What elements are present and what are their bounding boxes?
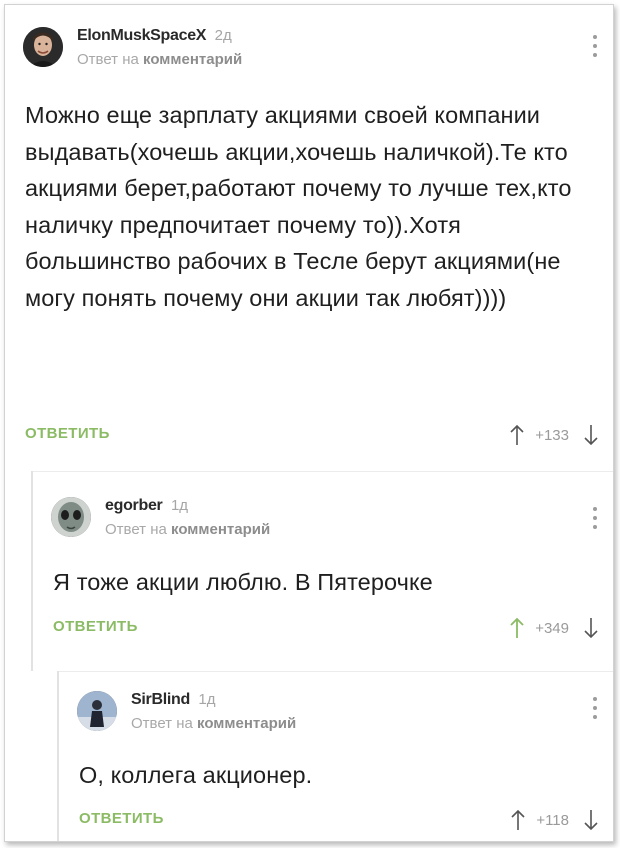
- reply-to-link[interactable]: комментарий: [171, 521, 270, 538]
- upvote-arrow-icon[interactable]: [510, 809, 526, 831]
- comment-age: 1д: [170, 497, 189, 514]
- comment-text: Я тоже акции люблю. В Пятерочке: [53, 569, 433, 595]
- person-avatar-icon: [77, 691, 117, 731]
- comment-age: 1д: [198, 691, 216, 708]
- comment-header: egorber 1д Ответ на комментарий: [51, 497, 573, 551]
- reply-to-label: Ответ на: [77, 51, 139, 68]
- reply-comment: SirBlind 1д Ответ на комментарий О, колл…: [57, 671, 613, 841]
- elon-avatar-icon: [23, 27, 63, 67]
- reply-button[interactable]: ОТВЕТИТЬ: [25, 425, 110, 442]
- vote-controls: +133: [509, 422, 599, 448]
- reply-button[interactable]: ОТВЕТИТЬ: [79, 810, 164, 827]
- vote-score: +349: [535, 619, 569, 637]
- comment-header: ElonMuskSpaceX 2д Ответ на комментарий: [23, 27, 570, 81]
- comment-text: Можно еще зарплату акциями своей компани…: [25, 102, 572, 311]
- comment-actions: ОТВЕТИТЬ +349: [53, 615, 599, 641]
- comment-actions: ОТВЕТИТЬ +133: [25, 422, 599, 448]
- vote-score: +118: [536, 811, 569, 829]
- username[interactable]: ElonMuskSpaceX: [77, 27, 206, 44]
- username[interactable]: SirBlind: [131, 691, 190, 708]
- more-options-icon[interactable]: [591, 507, 599, 537]
- reply-button[interactable]: ОТВЕТИТЬ: [53, 618, 138, 635]
- comment-actions: ОТВЕТИТЬ +118: [79, 807, 599, 833]
- avatar[interactable]: [23, 27, 63, 67]
- vote-score: +133: [535, 426, 569, 444]
- more-options-icon[interactable]: [591, 35, 599, 65]
- reply-to-label: Ответ на: [105, 521, 167, 538]
- comment: ElonMuskSpaceX 2д Ответ на комментарий М…: [5, 5, 613, 471]
- downvote-arrow-icon[interactable]: [583, 809, 599, 831]
- comment-header: SirBlind 1д Ответ на комментарий: [77, 691, 576, 745]
- upvote-arrow-icon[interactable]: [509, 424, 525, 446]
- reply-comment: egorber 1д Ответ на комментарий Я тоже а…: [31, 471, 613, 671]
- comment-age: 2д: [214, 27, 232, 44]
- upvote-arrow-icon[interactable]: [509, 617, 525, 639]
- more-options-icon[interactable]: [591, 697, 599, 727]
- comment-thread: ElonMuskSpaceX 2д Ответ на комментарий М…: [4, 4, 614, 842]
- alien-avatar-icon: [51, 497, 91, 537]
- downvote-arrow-icon[interactable]: [583, 617, 599, 639]
- comment-text: О, коллега акционер.: [79, 762, 313, 788]
- downvote-arrow-icon[interactable]: [583, 424, 599, 446]
- reply-to-link[interactable]: комментарий: [197, 715, 296, 732]
- vote-controls: +349: [509, 615, 599, 641]
- reply-to-label: Ответ на: [131, 715, 193, 732]
- vote-controls: +118: [510, 807, 599, 833]
- avatar[interactable]: [77, 691, 117, 731]
- reply-to-link[interactable]: комментарий: [143, 51, 242, 68]
- avatar[interactable]: [51, 497, 91, 537]
- username[interactable]: egorber: [105, 497, 163, 514]
